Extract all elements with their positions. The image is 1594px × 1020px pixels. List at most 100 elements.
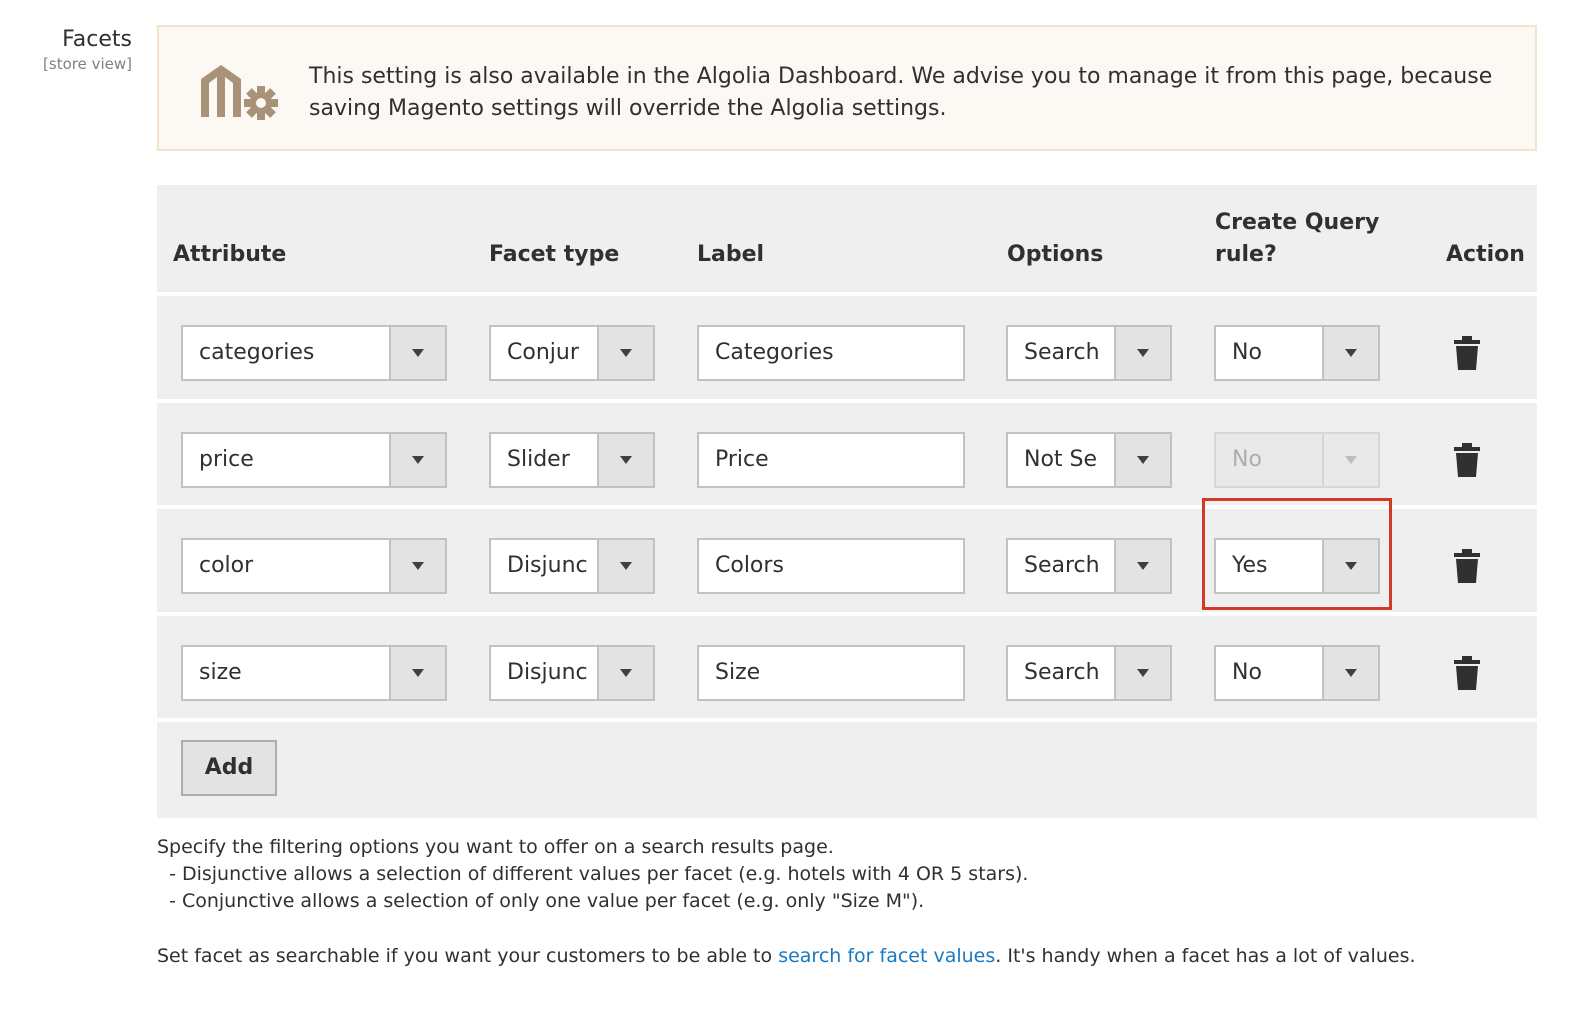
- magento-gear-icon: [201, 65, 278, 120]
- highlight-box: [1202, 498, 1392, 610]
- query-rule-select[interactable]: No: [1214, 325, 1380, 381]
- attribute-value: price: [199, 447, 254, 472]
- options-select[interactable]: Search: [1006, 325, 1172, 381]
- chevron-down-icon: [1137, 349, 1149, 357]
- attribute-value: size: [199, 660, 242, 685]
- options-value: Search: [1024, 553, 1100, 578]
- chevron-down-icon: [620, 562, 632, 570]
- options-value: Not Se: [1024, 447, 1098, 472]
- attribute-select[interactable]: size: [181, 645, 447, 701]
- chevron-down-icon: [412, 456, 424, 464]
- chevron-down-icon: [1345, 349, 1357, 357]
- facet-type-select[interactable]: Slider: [489, 432, 655, 488]
- header-label: Label: [697, 242, 765, 267]
- chevron-down-icon: [412, 349, 424, 357]
- options-value: Search: [1024, 340, 1100, 365]
- attribute-value: color: [199, 553, 254, 578]
- header-create-query-rule: Create Query rule?: [1215, 207, 1379, 271]
- query-rule-value: No: [1232, 660, 1262, 685]
- chevron-down-icon: [412, 669, 424, 677]
- query-rule-value: No: [1232, 447, 1262, 472]
- row-divider: [157, 718, 1537, 722]
- table-row: categories Conjur Categories Search No: [157, 296, 1537, 400]
- dropdown-button[interactable]: [597, 327, 653, 379]
- chevron-down-icon: [620, 669, 632, 677]
- algolia-notice: This setting is also available in the Al…: [157, 25, 1537, 151]
- field-label: Facets [store view]: [43, 26, 132, 74]
- trash-icon[interactable]: [1453, 443, 1481, 477]
- notice-message: This setting is also available in the Al…: [309, 61, 1499, 125]
- table-header: Attribute Facet type Label Options Creat…: [157, 185, 1537, 293]
- header-options: Options: [1007, 242, 1104, 267]
- chevron-down-icon: [620, 456, 632, 464]
- dropdown-button[interactable]: [1114, 647, 1170, 699]
- label-input[interactable]: Size: [697, 645, 965, 701]
- table-row: price Slider Price Not Se No: [157, 403, 1537, 507]
- dropdown-button[interactable]: [1114, 540, 1170, 592]
- attribute-value: categories: [199, 340, 315, 365]
- header-query-rule-line-2: rule?: [1215, 242, 1277, 267]
- query-rule-select-disabled: No: [1214, 432, 1380, 488]
- attribute-select[interactable]: categories: [181, 325, 447, 381]
- label-input[interactable]: Price: [697, 432, 965, 488]
- field-comment: Specify the filtering options you want t…: [157, 834, 1416, 970]
- chevron-down-icon: [1137, 456, 1149, 464]
- facet-type-value: Conjur: [507, 340, 579, 365]
- comment-gap: [157, 915, 1416, 943]
- header-action: Action: [1446, 242, 1525, 267]
- comment-line-3: - Conjunctive allows a selection of only…: [157, 890, 925, 912]
- attribute-select[interactable]: price: [181, 432, 447, 488]
- header-query-rule-line-1: Create Query: [1215, 210, 1380, 235]
- notice-line-2: saving Magento settings will override th…: [309, 96, 947, 121]
- comment-line-2: - Disjunctive allows a selection of diff…: [157, 863, 1029, 885]
- comment-line-4: Set facet as searchable if you want your…: [157, 943, 1416, 970]
- notice-line-1: This setting is also available in the Al…: [309, 64, 1493, 89]
- dropdown-button[interactable]: [1114, 434, 1170, 486]
- query-rule-value: No: [1232, 340, 1262, 365]
- trash-icon[interactable]: [1453, 549, 1481, 583]
- comment-line-1: Specify the filtering options you want t…: [157, 836, 834, 858]
- field-scope: [store view]: [43, 55, 132, 73]
- facet-type-select[interactable]: Conjur: [489, 325, 655, 381]
- facet-type-select[interactable]: Disjunс: [489, 538, 655, 594]
- dropdown-button[interactable]: [389, 327, 445, 379]
- dropdown-button: [1322, 434, 1378, 486]
- dropdown-button[interactable]: [597, 434, 653, 486]
- trash-icon[interactable]: [1453, 336, 1481, 370]
- header-facet-type: Facet type: [489, 242, 620, 267]
- trash-icon[interactable]: [1453, 656, 1481, 690]
- chevron-down-icon: [620, 349, 632, 357]
- dropdown-button[interactable]: [389, 540, 445, 592]
- header-attribute: Attribute: [173, 242, 287, 267]
- options-select[interactable]: Search: [1006, 645, 1172, 701]
- facet-type-select[interactable]: Disjunс: [489, 645, 655, 701]
- chevron-down-icon: [412, 562, 424, 570]
- attribute-select[interactable]: color: [181, 538, 447, 594]
- facet-type-value: Disjunс: [507, 660, 588, 685]
- chevron-down-icon: [1345, 456, 1357, 464]
- dropdown-button[interactable]: [389, 434, 445, 486]
- dropdown-button[interactable]: [1114, 327, 1170, 379]
- comment-text: . It's handy when a facet has a lot of v…: [995, 945, 1416, 967]
- dropdown-button[interactable]: [597, 647, 653, 699]
- options-select[interactable]: Search: [1006, 538, 1172, 594]
- dropdown-button[interactable]: [389, 647, 445, 699]
- label-input[interactable]: Categories: [697, 325, 965, 381]
- chevron-down-icon: [1345, 669, 1357, 677]
- options-value: Search: [1024, 660, 1100, 685]
- add-button[interactable]: Add: [181, 740, 277, 796]
- chevron-down-icon: [1137, 562, 1149, 570]
- comment-text: Set facet as searchable if you want your…: [157, 945, 779, 967]
- label-input[interactable]: Colors: [697, 538, 965, 594]
- table-row: size Disjunс Size Search No: [157, 616, 1537, 720]
- field-name: Facets: [62, 27, 132, 52]
- facet-type-value: Slider: [507, 447, 570, 472]
- facet-type-value: Disjunс: [507, 553, 588, 578]
- dropdown-button[interactable]: [1322, 647, 1378, 699]
- chevron-down-icon: [1137, 669, 1149, 677]
- dropdown-button[interactable]: [597, 540, 653, 592]
- query-rule-select[interactable]: No: [1214, 645, 1380, 701]
- facet-values-link[interactable]: search for facet values: [778, 945, 995, 967]
- options-select[interactable]: Not Se: [1006, 432, 1172, 488]
- dropdown-button[interactable]: [1322, 327, 1378, 379]
